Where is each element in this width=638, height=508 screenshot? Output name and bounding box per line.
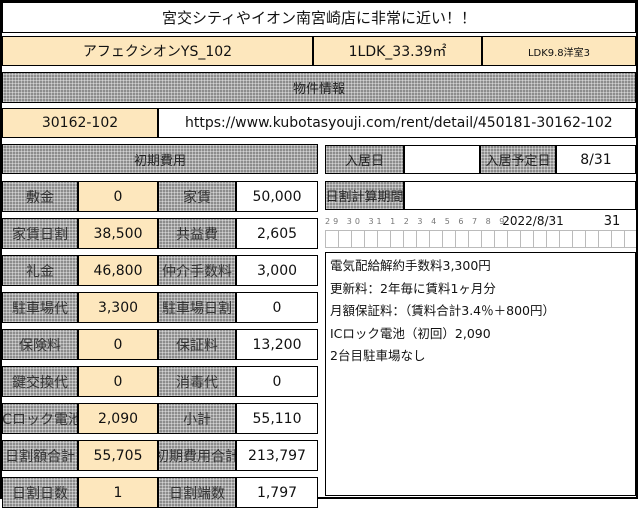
note-line: 月額保証料：（賃料合計3.4％＋800円） bbox=[330, 303, 555, 318]
fee-value: 0 bbox=[78, 329, 158, 360]
calc-date: 2022/8/31 bbox=[502, 214, 564, 228]
fee-label: 駐車場代 bbox=[2, 292, 78, 323]
property-room-detail: LDK9.8洋室3 bbox=[482, 36, 636, 66]
fee-label: 鍵交換代 bbox=[2, 366, 78, 397]
fee-value: 3,300 bbox=[78, 292, 158, 323]
fee-value: 46,800 bbox=[78, 255, 158, 286]
move-in-value bbox=[404, 145, 480, 174]
fees-header: 初期費用 bbox=[2, 144, 318, 174]
fees-header-text: 初期費用 bbox=[133, 153, 186, 169]
fee-label: 共益費 bbox=[158, 218, 236, 249]
note-line: 更新料：2年毎に賃料1ヶ月分 bbox=[330, 280, 496, 296]
fee-label: 家賃 bbox=[158, 181, 236, 212]
fee-label: 仲介手数料 bbox=[158, 255, 236, 286]
fee-label: 保険料 bbox=[2, 329, 78, 360]
fee-value: 213,797 bbox=[236, 440, 318, 471]
fee-value: 0 bbox=[78, 181, 158, 212]
fee-value: 2,090 bbox=[78, 403, 158, 434]
property-url-link[interactable]: https://www.kubotasyouji.com/rent/detail… bbox=[158, 108, 636, 138]
property-name: アフェクシオンYS_102 bbox=[2, 36, 313, 66]
fee-label: ICロック電池 bbox=[2, 403, 78, 434]
note-line: ICロック電池（初回）2,090 bbox=[330, 325, 491, 341]
calc-period-label: 日割計算期間 bbox=[325, 181, 404, 210]
page-title: 宮交シティやイオン南宮崎店に非常に近い！！ bbox=[2, 2, 636, 33]
fee-value: 2,605 bbox=[236, 218, 318, 249]
fee-label: 日割端数 bbox=[158, 477, 236, 508]
fee-value: 38,500 bbox=[78, 218, 158, 249]
fee-label: 保証料 bbox=[158, 329, 236, 360]
fee-label: 日割日数 bbox=[2, 477, 78, 508]
fee-value: 0 bbox=[236, 292, 318, 323]
note-line: 2台目駐車場なし bbox=[330, 348, 426, 363]
fee-label: 礼金 bbox=[2, 255, 78, 286]
fee-value: 50,000 bbox=[236, 181, 318, 212]
fee-value: 1 bbox=[78, 477, 158, 508]
contract-label-text: 入居予定日 bbox=[485, 154, 551, 169]
section-header-text: 物件情報 bbox=[292, 82, 345, 97]
calc-period-value bbox=[404, 181, 636, 210]
calc-period-label-text: 日割計算期間 bbox=[325, 190, 404, 205]
fee-label: 日割額合計 bbox=[2, 440, 78, 471]
note-line: 電気配給解約手数料3,300円 bbox=[330, 258, 491, 273]
fee-value: 0 bbox=[236, 366, 318, 397]
fee-value: 13,200 bbox=[236, 329, 318, 360]
fee-value: 55,705 bbox=[78, 440, 158, 471]
move-in-label-text: 入居日 bbox=[344, 154, 384, 169]
section-header: 物件情報 bbox=[2, 72, 636, 103]
property-layout-area: 1LDK_33.39㎡ bbox=[313, 36, 482, 66]
fee-value: 0 bbox=[78, 366, 158, 397]
contract-label: 入居予定日 bbox=[480, 145, 556, 174]
fee-label: 敷金 bbox=[2, 181, 78, 212]
contract-value: 8/31 bbox=[556, 145, 636, 174]
calc-days: 31 bbox=[603, 213, 621, 229]
fee-label: 小計 bbox=[158, 403, 236, 434]
property-code: 30162-102 bbox=[2, 108, 158, 138]
fee-label: 家賃日割 bbox=[2, 218, 78, 249]
move-in-label: 入居日 bbox=[325, 145, 404, 174]
calendar-strip: 29 30 31 1 2 3 4 5 6 7 8 9 10 11 bbox=[325, 216, 505, 226]
fee-label: 駐車場日割 bbox=[158, 292, 236, 323]
calendar-grid bbox=[325, 230, 636, 248]
fee-label: 消毒代 bbox=[158, 366, 236, 397]
notes-box: 電気配給解約手数料3,300円 更新料：2年毎に賃料1ヶ月分 月額保証料：（賃料… bbox=[325, 252, 636, 496]
fee-value: 1,797 bbox=[236, 477, 318, 508]
fee-label: 初期費用合計 bbox=[158, 440, 236, 471]
fee-value: 55,110 bbox=[236, 403, 318, 434]
fee-value: 3,000 bbox=[236, 255, 318, 286]
